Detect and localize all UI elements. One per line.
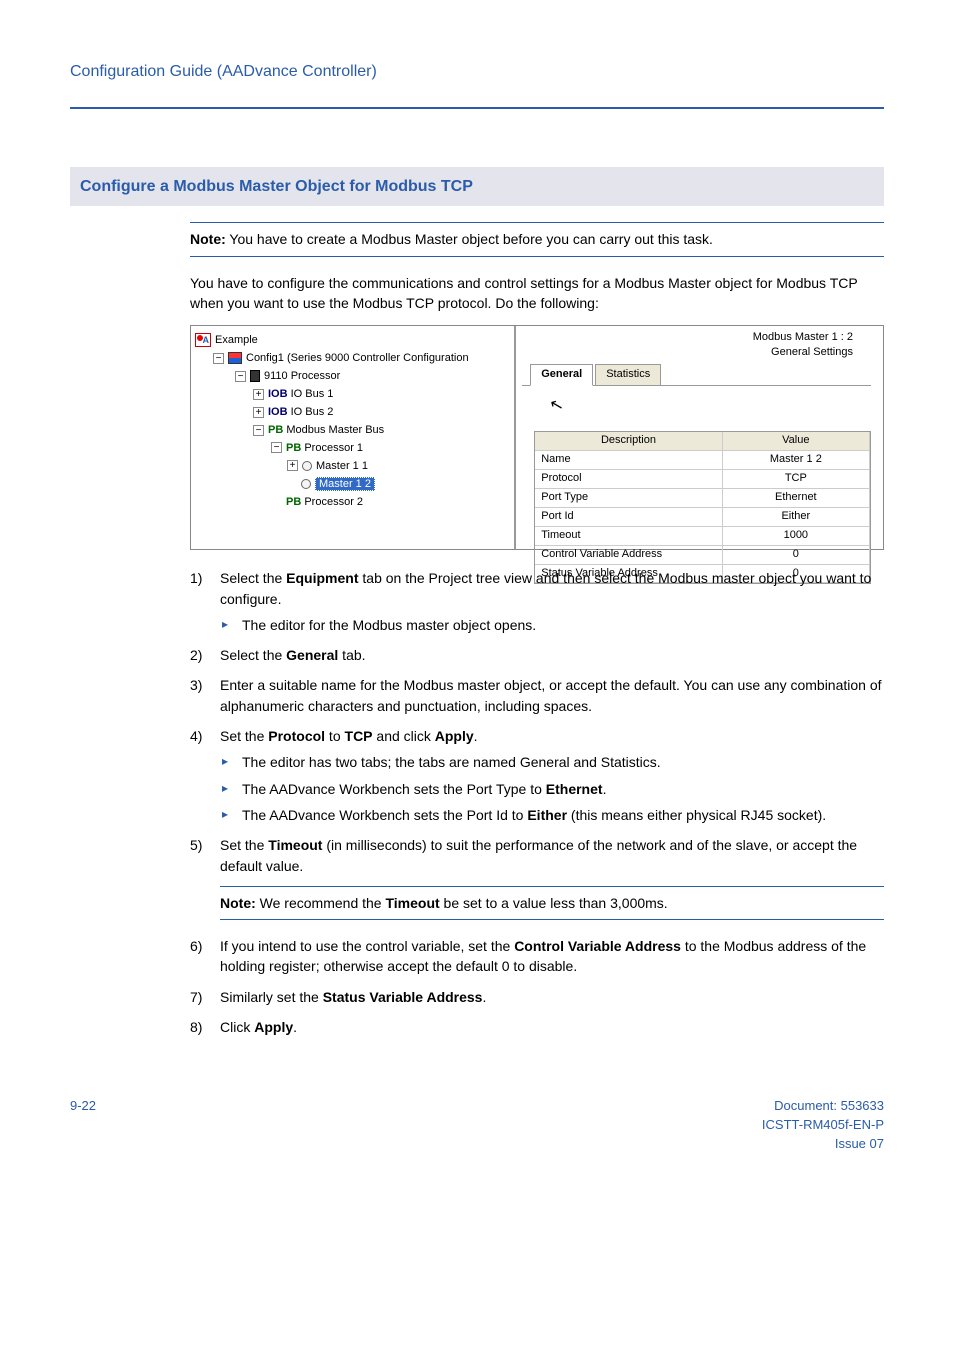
master-node-icon [301, 479, 311, 489]
tree-mmb-label: Modbus Master Bus [286, 424, 384, 436]
tabs-row: GeneralStatistics [522, 363, 871, 386]
tree-modbus-master-bus[interactable]: −PB Modbus Master Bus [195, 422, 510, 440]
grid-desc: Name [535, 451, 722, 470]
tree-m12-label: Master 1 2 [315, 477, 375, 491]
step-8: Click Apply. [190, 1017, 884, 1037]
tree-iobus-2[interactable]: + IOB IO Bus 2 [195, 404, 510, 422]
panel-title-1: Modbus Master 1 : 2 [516, 330, 853, 344]
note-box-timeout: Note: We recommend the Timeout be set to… [220, 886, 884, 920]
step-4-sub-2: The AADvance Workbench sets the Port Typ… [220, 779, 884, 799]
step-4: Set the Protocol to TCP and click Apply.… [190, 726, 884, 825]
footer-document: Document: 553633 [762, 1097, 884, 1116]
grid-val[interactable]: TCP [723, 470, 870, 489]
grid-header-value: Value [723, 432, 870, 451]
tree-proc2-label: Processor 2 [304, 496, 363, 508]
expander-icon[interactable]: − [235, 371, 246, 382]
step-7: Similarly set the Status Variable Addres… [190, 987, 884, 1007]
expander-icon[interactable]: + [253, 407, 264, 418]
processor-icon [250, 370, 260, 382]
tree-root-label: Example [215, 334, 258, 346]
tree-processor-1[interactable]: −PB Processor 1 [195, 440, 510, 458]
note-text: You have to create a Modbus Master objec… [226, 231, 713, 247]
tree-root[interactable]: Example [195, 332, 510, 350]
expander-icon[interactable]: − [253, 425, 264, 436]
property-grid[interactable]: Description Value NameMaster 1 2 Protoco… [534, 431, 871, 585]
expander-icon[interactable]: + [253, 389, 264, 400]
footer-code: ICSTT-RM405f-EN-P [762, 1116, 884, 1135]
pb-tag: PB [286, 442, 301, 454]
iob-tag: IOB [268, 388, 288, 400]
table-row[interactable]: ProtocolTCP [535, 470, 870, 489]
tree-view[interactable]: Example −Config1 (Series 9000 Controller… [191, 326, 516, 549]
tree-processor-label: 9110 Processor [264, 370, 340, 382]
tree-config[interactable]: − Config1 (Series 9000 Controller Configu… [195, 350, 510, 368]
footer-issue: Issue 07 [762, 1135, 884, 1154]
header-rule [70, 107, 884, 109]
note-label: Note: [190, 231, 226, 247]
steps-list: Select the Equipment tab on the Project … [190, 568, 884, 1037]
section-heading: Configure a Modbus Master Object for Mod… [70, 167, 884, 206]
step-2: Select the General tab. [190, 645, 884, 665]
config-icon [228, 352, 242, 364]
table-row[interactable]: Timeout1000 [535, 527, 870, 546]
table-row[interactable]: Port TypeEthernet [535, 489, 870, 508]
iob-tag: IOB [268, 406, 288, 418]
editor-panel: Modbus Master 1 : 2 General Settings Gen… [516, 326, 883, 549]
grid-val[interactable]: Either [723, 508, 870, 527]
embedded-screenshot: Example −Config1 (Series 9000 Controller… [190, 325, 884, 550]
grid-desc: Protocol [535, 470, 722, 489]
tab-statistics[interactable]: Statistics [595, 364, 661, 385]
note-box-create-first: Note: You have to create a Modbus Master… [190, 222, 884, 256]
pb-tag: PB [268, 424, 283, 436]
grid-desc: Control Variable Address [535, 546, 722, 565]
tree-iobus-1[interactable]: + IOB IO Bus 1 [195, 386, 510, 404]
grid-desc: Port Type [535, 489, 722, 508]
cursor-icon: ↖ [547, 392, 566, 418]
page-header-title: Configuration Guide (AADvance Controller… [70, 60, 884, 83]
tree-processor-main[interactable]: − 9110 Processor [195, 368, 510, 386]
tree-master-1-1[interactable]: + Master 1 1 [195, 458, 510, 476]
app-icon [195, 333, 211, 347]
grid-desc: Port Id [535, 508, 722, 527]
expander-icon[interactable]: − [271, 442, 282, 453]
step-4-sub-1: The editor has two tabs; the tabs are na… [220, 752, 884, 772]
tree-config-label: Config1 (Series 9000 Controller Configur… [246, 352, 469, 364]
expander-icon[interactable]: − [213, 353, 224, 364]
master-node-icon [302, 461, 312, 471]
step-6: If you intend to use the control variabl… [190, 936, 884, 977]
step-1: Select the Equipment tab on the Project … [190, 568, 884, 635]
tree-iobus2-label: IO Bus 2 [291, 406, 334, 418]
grid-val[interactable]: 0 [723, 546, 870, 565]
tab-general[interactable]: General [530, 364, 593, 386]
pb-tag: PB [286, 496, 301, 508]
grid-val[interactable]: 1000 [723, 527, 870, 546]
tree-proc1-label: Processor 1 [304, 442, 363, 454]
page-number: 9-22 [70, 1097, 96, 1154]
page-footer: 9-22 Document: 553633 ICSTT-RM405f-EN-P … [70, 1097, 884, 1154]
grid-header-description: Description [535, 432, 722, 451]
step-3: Enter a suitable name for the Modbus mas… [190, 675, 884, 716]
expander-icon[interactable]: + [287, 460, 298, 471]
table-row[interactable]: Control Variable Address0 [535, 546, 870, 565]
table-row[interactable]: NameMaster 1 2 [535, 451, 870, 470]
grid-val[interactable]: Ethernet [723, 489, 870, 508]
grid-desc: Timeout [535, 527, 722, 546]
note-label: Note: [220, 895, 256, 911]
panel-title-2: General Settings [516, 345, 853, 359]
tree-iobus1-label: IO Bus 1 [291, 388, 334, 400]
table-row[interactable]: Port IdEither [535, 508, 870, 527]
tree-master-1-2-selected[interactable]: Master 1 2 [195, 476, 510, 494]
step-1-sub: The editor for the Modbus master object … [220, 615, 884, 635]
step-4-sub-3: The AADvance Workbench sets the Port Id … [220, 805, 884, 825]
tree-processor-2[interactable]: PB Processor 2 [195, 494, 510, 512]
tree-m11-label: Master 1 1 [316, 460, 368, 472]
grid-val[interactable]: Master 1 2 [723, 451, 870, 470]
intro-paragraph: You have to configure the communications… [190, 273, 884, 314]
step-5: Set the Timeout (in milliseconds) to sui… [190, 835, 884, 920]
